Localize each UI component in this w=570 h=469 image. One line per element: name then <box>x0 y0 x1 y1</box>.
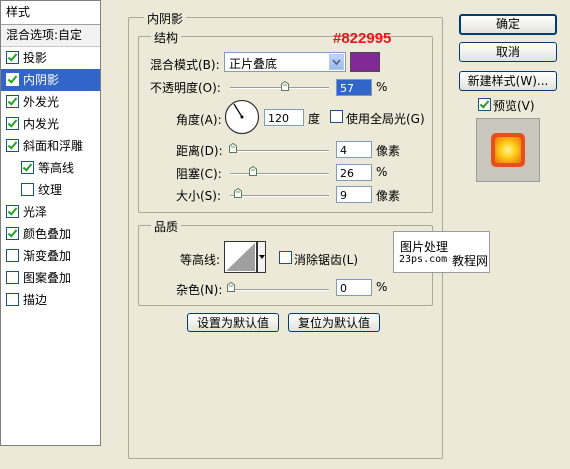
style-item-checkbox[interactable] <box>21 183 34 196</box>
cancel-button[interactable]: 取消 <box>459 42 557 62</box>
blend-mode-label: 混合模式(B): <box>150 58 220 72</box>
size-slider-track[interactable] <box>230 195 329 197</box>
style-preview <box>476 118 540 182</box>
distance-slider-thumb[interactable] <box>229 143 237 153</box>
choke-label: 阻塞(C): <box>176 167 222 181</box>
antialias-label: 消除锯齿(L) <box>294 253 359 267</box>
noise-slider-track[interactable] <box>230 289 329 291</box>
style-item[interactable]: 光泽 <box>1 201 100 223</box>
blend-options-item[interactable]: 混合选项:自定 <box>1 25 100 47</box>
style-item[interactable]: 等高线 <box>1 157 100 179</box>
choke-input[interactable]: 26 <box>336 164 372 181</box>
choke-slider-thumb[interactable] <box>249 166 257 176</box>
style-item-label: 颜色叠加 <box>23 227 72 241</box>
style-item-checkbox[interactable] <box>6 227 19 240</box>
style-item[interactable]: 斜面和浮雕 <box>1 135 100 157</box>
style-item-checkbox[interactable] <box>6 205 19 218</box>
style-item[interactable]: 内发光 <box>1 113 100 135</box>
style-item-label: 投影 <box>23 51 48 65</box>
opacity-slider-track[interactable] <box>230 87 329 89</box>
style-item-checkbox[interactable] <box>6 51 19 64</box>
distance-unit: 像素 <box>376 144 401 158</box>
style-item-label: 内阴影 <box>23 73 60 87</box>
size-slider-thumb[interactable] <box>234 188 242 198</box>
color-hex-annotation: #822995 <box>333 30 392 47</box>
size-input[interactable]: 9 <box>336 186 372 203</box>
style-item[interactable]: 内阴影 <box>1 69 100 91</box>
style-item-label: 内发光 <box>23 117 60 131</box>
styles-list: 样式 混合选项:自定 投影内阴影外发光内发光斜面和浮雕等高线纹理光泽颜色叠加渐变… <box>0 0 101 446</box>
inner-shadow-title: 内阴影 <box>144 10 187 27</box>
watermark-line2: 教程网 <box>452 254 489 268</box>
style-item-label: 光泽 <box>23 205 48 219</box>
style-item[interactable]: 纹理 <box>1 179 100 201</box>
size-label: 大小(S): <box>176 189 222 203</box>
style-item[interactable]: 图案叠加 <box>1 267 100 289</box>
style-item-checkbox[interactable] <box>6 293 19 306</box>
style-item-label: 图案叠加 <box>23 271 72 285</box>
style-item-checkbox[interactable] <box>6 73 19 86</box>
contour-label: 等高线: <box>180 253 221 267</box>
style-item[interactable]: 投影 <box>1 47 100 69</box>
contour-picker[interactable] <box>224 241 266 273</box>
noise-input[interactable]: 0 <box>336 279 372 296</box>
ok-button[interactable]: 确定 <box>459 14 557 35</box>
angle-unit: 度 <box>308 112 321 126</box>
opacity-input[interactable]: 57 <box>336 79 372 96</box>
watermark-site: 23ps.com <box>399 254 448 265</box>
style-item-label: 描边 <box>23 293 48 307</box>
antialias-checkbox-box[interactable] <box>279 251 292 264</box>
angle-input[interactable]: 120 <box>264 109 304 126</box>
style-item-checkbox[interactable] <box>6 249 19 262</box>
style-item[interactable]: 颜色叠加 <box>1 223 100 245</box>
preview-checkbox-box[interactable] <box>478 98 491 111</box>
chevron-down-icon[interactable] <box>329 54 344 70</box>
opacity-unit: % <box>376 80 388 94</box>
choke-unit: % <box>376 165 388 179</box>
new-style-button[interactable]: 新建样式(W)... <box>459 71 557 91</box>
global-light-checkbox-box[interactable] <box>330 110 343 123</box>
preview-label: 预览(V) <box>493 99 535 113</box>
distance-label: 距离(D): <box>176 144 223 158</box>
style-item-checkbox[interactable] <box>21 161 34 174</box>
noise-unit: % <box>376 280 388 294</box>
style-item-checkbox[interactable] <box>6 95 19 108</box>
choke-slider-track[interactable] <box>230 173 329 175</box>
style-item-checkbox[interactable] <box>6 271 19 284</box>
size-unit: 像素 <box>376 189 401 203</box>
watermark-stamp: 图片处理 23ps.com 教程网 <box>393 231 490 273</box>
blend-mode-value: 正片叠底 <box>229 57 278 71</box>
style-item-label: 外发光 <box>23 95 60 109</box>
style-item-checkbox[interactable] <box>6 139 19 152</box>
make-default-button[interactable]: 设置为默认值 <box>187 313 279 332</box>
noise-label: 杂色(N): <box>176 283 223 297</box>
global-light-label: 使用全局光(G) <box>346 112 425 126</box>
style-item-label: 渐变叠加 <box>23 249 72 263</box>
style-item[interactable]: 外发光 <box>1 91 100 113</box>
style-item-label: 纹理 <box>38 183 63 197</box>
global-light-checkbox[interactable] <box>330 110 347 124</box>
style-item-label: 斜面和浮雕 <box>23 139 84 153</box>
style-item-checkbox[interactable] <box>6 117 19 130</box>
angle-label: 角度(A): <box>176 113 222 127</box>
shadow-color-swatch[interactable] <box>350 52 380 72</box>
distance-input[interactable]: 4 <box>336 141 372 158</box>
opacity-label: 不透明度(O): <box>150 81 221 95</box>
reset-default-button[interactable]: 复位为默认值 <box>288 313 380 332</box>
blend-options-label: 混合选项:自定 <box>6 28 83 42</box>
structure-title: 结构 <box>151 29 182 46</box>
styles-header: 样式 <box>1 1 100 25</box>
opacity-slider-thumb[interactable] <box>281 81 289 91</box>
noise-slider-thumb[interactable] <box>227 282 235 292</box>
angle-dial[interactable] <box>224 99 260 135</box>
distance-slider-track[interactable] <box>230 150 329 152</box>
style-item[interactable]: 描边 <box>1 289 100 311</box>
watermark-line1: 图片处理 <box>400 240 449 254</box>
quality-title: 品质 <box>151 218 182 235</box>
style-item-label: 等高线 <box>38 161 75 175</box>
blend-mode-select[interactable]: 正片叠底 <box>224 52 346 72</box>
style-item[interactable]: 渐变叠加 <box>1 245 100 267</box>
